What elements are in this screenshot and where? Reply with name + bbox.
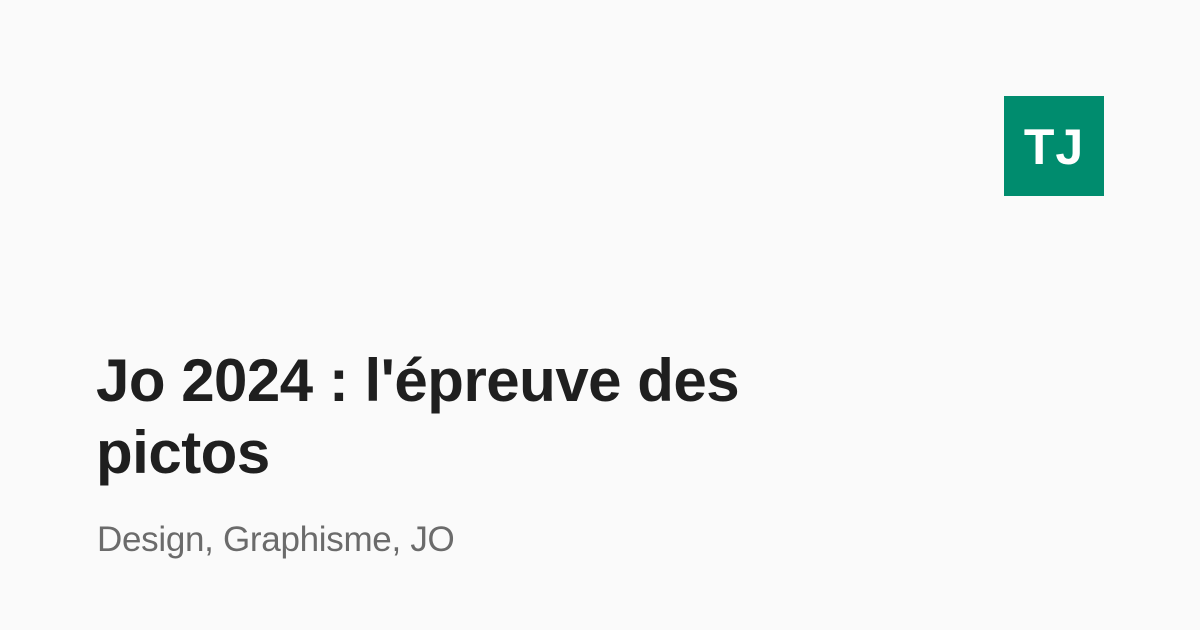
site-logo[interactable]: TJ bbox=[1004, 96, 1104, 196]
article-tags: Design, Graphisme, JO bbox=[97, 520, 455, 559]
article-title: Jo 2024 : l'épreuve des pictos bbox=[96, 347, 740, 486]
logo-monogram: TJ bbox=[1023, 119, 1085, 175]
